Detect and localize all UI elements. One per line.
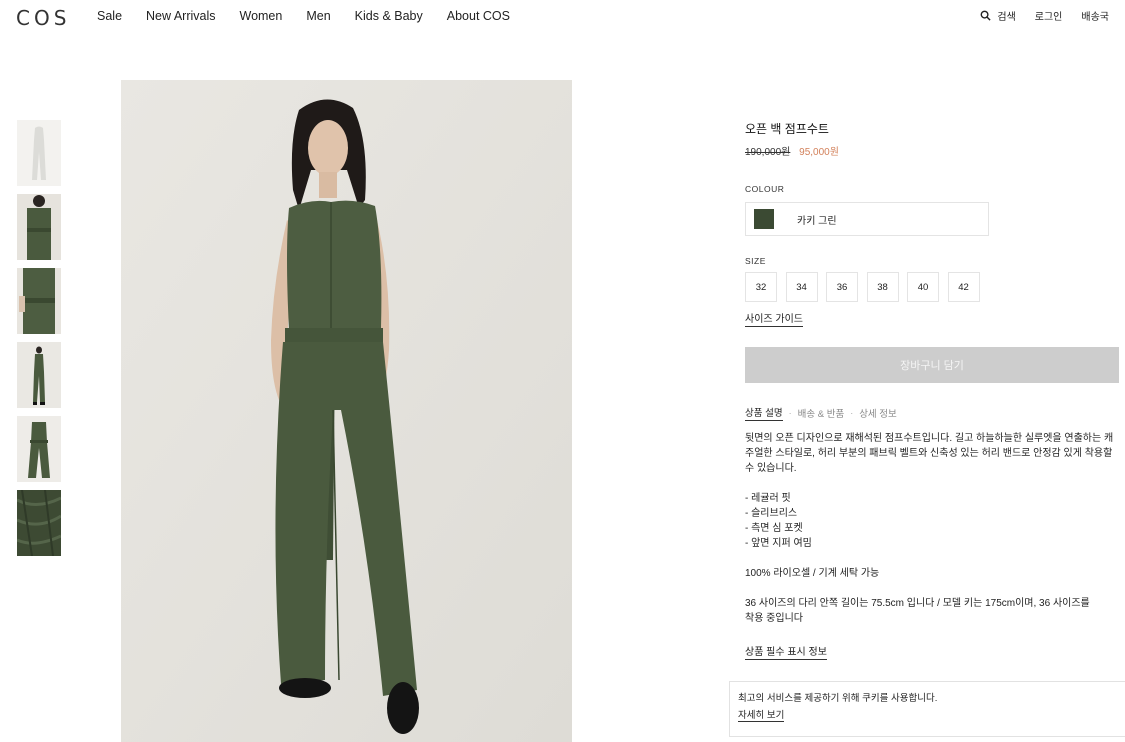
info-tabs: 상품 설명 · 배송 & 반품 · 상세 정보: [745, 405, 1121, 421]
product-main-image[interactable]: [121, 80, 572, 742]
thumbnail-full-side[interactable]: [17, 342, 61, 408]
search-label: 검색: [997, 12, 1016, 23]
required-info-link[interactable]: 상품 필수 표시 정보: [745, 643, 827, 660]
cookie-text: 최고의 서비스를 제공하기 위해 쿠키를 사용합니다.: [738, 693, 938, 704]
thumbnail-front-closeup[interactable]: [17, 194, 61, 260]
tab-separator: ·: [850, 408, 854, 418]
login-link[interactable]: 로그인: [1035, 8, 1063, 23]
tab-separator: ·: [788, 408, 792, 418]
nav-women[interactable]: Women: [240, 9, 283, 23]
tab-description[interactable]: 상품 설명: [745, 405, 783, 421]
nav-sale[interactable]: Sale: [97, 9, 122, 23]
size-option-36[interactable]: 36: [826, 272, 858, 302]
site-header: COS Sale New Arrivals Women Men Kids & B…: [0, 0, 1125, 32]
feature-item: - 슬리브리스: [745, 508, 798, 519]
nav-about-cos[interactable]: About COS: [447, 9, 510, 23]
size-guide-link[interactable]: 사이즈 가이드: [745, 310, 803, 327]
feature-item: - 측면 심 포켓: [745, 523, 803, 534]
size-label: SIZE: [745, 256, 766, 266]
sale-price: 95,000원: [799, 147, 839, 158]
product-description: 뒷면의 오픈 디자인으로 재해석된 점프수트입니다. 길고 하늘하늘한 실루엣을…: [745, 433, 1114, 474]
original-price: 190,000원: [745, 147, 791, 158]
feature-list: - 레귤러 핏 - 슬리브리스 - 측면 심 포켓 - 앞면 지퍼 여밈: [745, 491, 1121, 551]
nav-new-arrivals[interactable]: New Arrivals: [146, 9, 215, 23]
feature-item: - 앞면 지퍼 여밈: [745, 538, 812, 549]
nav-men[interactable]: Men: [306, 9, 330, 23]
product-info-panel: 오픈 백 점프수트 190,000원 95,000원 COLOUR 카키 그린 …: [745, 120, 1121, 660]
tab-details[interactable]: 상세 정보: [859, 406, 897, 420]
tab-shipping-returns[interactable]: 배송 & 반품: [798, 406, 845, 420]
utility-nav: 검색 로그인 배송국: [961, 8, 1109, 23]
nav-kids-baby[interactable]: Kids & Baby: [355, 9, 423, 23]
thumbnail-fabric[interactable]: [17, 490, 61, 556]
colour-name: 카키 그린: [797, 215, 837, 227]
model-info: 36 사이즈의 다리 안쪽 길이는 75.5cm 입니다 / 모델 키는 175…: [745, 598, 1090, 624]
size-option-40[interactable]: 40: [907, 272, 939, 302]
size-option-42[interactable]: 42: [947, 272, 980, 302]
colour-selector[interactable]: 카키 그린: [745, 202, 989, 236]
main-nav: Sale New Arrivals Women Men Kids & Baby …: [97, 9, 534, 23]
cookie-more-link[interactable]: 자세히 보기: [738, 707, 785, 722]
feature-item: - 레귤러 핏: [745, 493, 791, 504]
model-in-jumpsuit-image: [121, 80, 572, 742]
thumbnail-list: [17, 120, 61, 564]
colour-label: COLOUR: [745, 184, 785, 194]
fabric-care: 100% 라이오셀 / 기계 세탁 가능: [745, 568, 880, 579]
search-icon: [980, 10, 991, 21]
colour-swatch: [754, 209, 774, 229]
thumbnail-back-view[interactable]: [17, 120, 61, 186]
cookie-notice: 최고의 서비스를 제공하기 위해 쿠키를 사용합니다. 자세히 보기: [729, 681, 1125, 737]
search-button[interactable]: 검색: [980, 8, 1016, 23]
size-option-34[interactable]: 34: [785, 272, 818, 302]
thumbnail-flat-lay[interactable]: [17, 416, 61, 482]
shipping-country-link[interactable]: 배송국: [1081, 8, 1109, 23]
add-to-cart-button[interactable]: 장바구니 담기: [745, 347, 1119, 383]
size-options: 32 34 36 38 40 42: [745, 272, 1121, 302]
thumbnail-detail[interactable]: [17, 268, 61, 334]
size-option-32[interactable]: 32: [745, 272, 777, 302]
cos-logo[interactable]: COS: [16, 6, 70, 30]
price-row: 190,000원 95,000원: [745, 143, 1121, 158]
size-option-38[interactable]: 38: [866, 272, 899, 302]
product-name: 오픈 백 점프수트: [745, 122, 829, 136]
